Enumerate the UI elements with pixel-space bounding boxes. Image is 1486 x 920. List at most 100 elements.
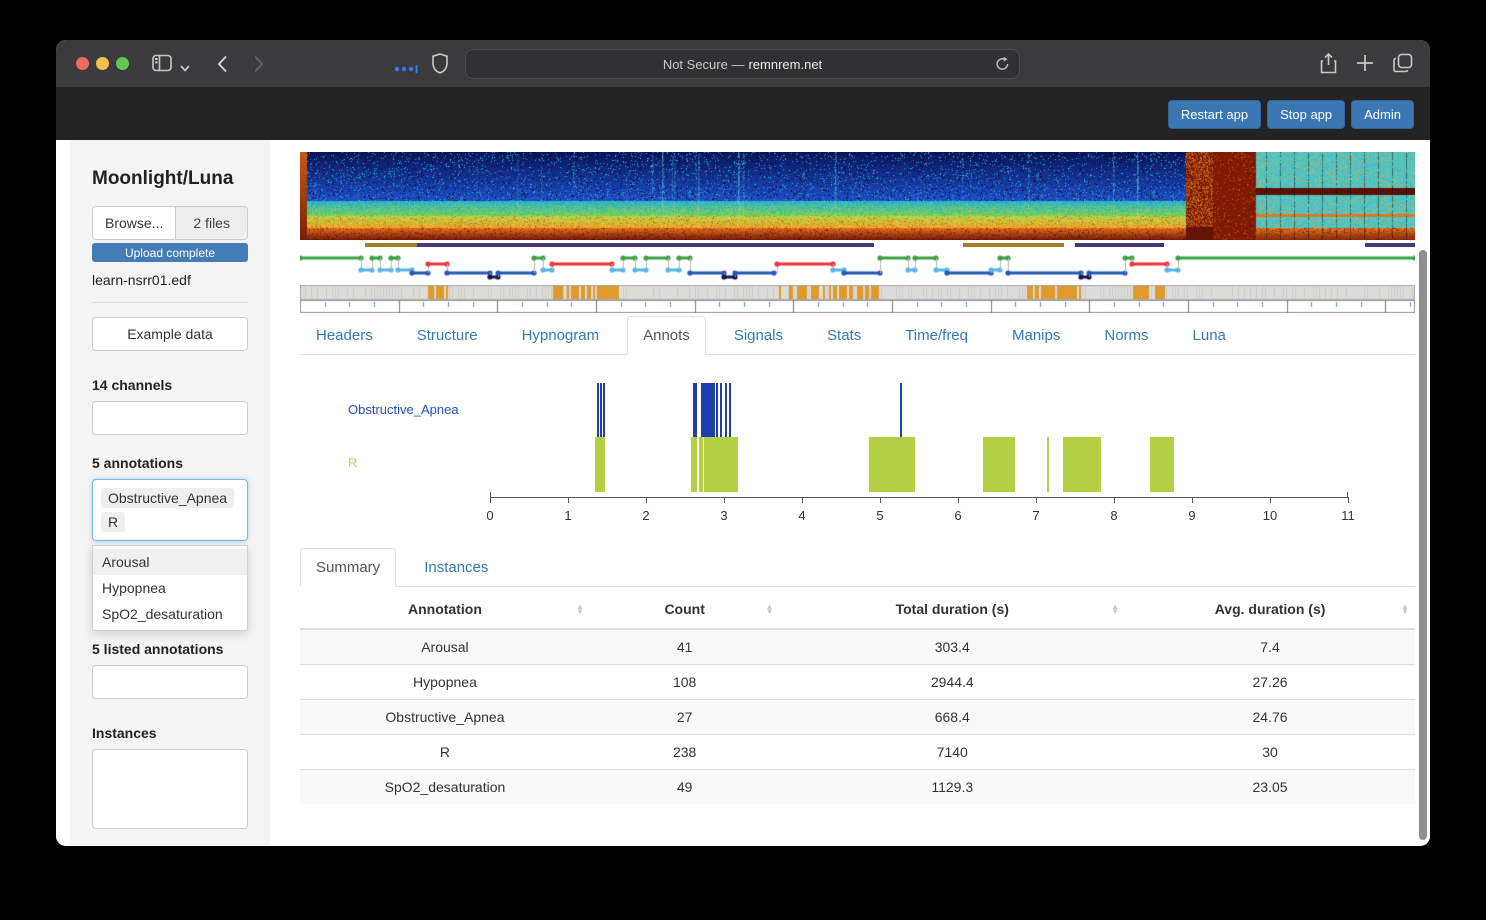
dropdown-option-arousal[interactable]: Arousal (93, 549, 247, 575)
page-content: Moonlight/Luna Browse... 2 files Upload … (56, 140, 1430, 845)
table-cell: 7.4 (1125, 629, 1415, 665)
selected-chip-obstructive-apnea[interactable]: Obstructive_Apnea (101, 488, 234, 508)
stop-app-button[interactable]: Stop app (1267, 100, 1345, 129)
listed-annotations-select[interactable] (92, 665, 248, 699)
new-tab-icon[interactable] (1356, 54, 1374, 77)
tab-group-ellipsis-icon[interactable] (394, 60, 418, 78)
apnea-event-line (725, 383, 727, 437)
tab-manips[interactable]: Manips (996, 316, 1076, 355)
sort-icon[interactable]: ▲▼ (576, 604, 584, 614)
x-axis-label: 2 (642, 508, 649, 523)
r-interval-block (1063, 437, 1100, 492)
browser-window: Not Secure — remnrem.net Restart appStop… (56, 40, 1430, 846)
tab-time-freq[interactable]: Time/freq (889, 316, 984, 355)
instances-label: Instances (92, 725, 248, 741)
zoom-button[interactable] (116, 57, 129, 70)
forward-icon[interactable] (253, 55, 264, 78)
address-bar[interactable]: Not Secure — remnrem.net (465, 49, 1020, 79)
privacy-shield-icon[interactable] (432, 53, 448, 79)
r-interval-block (1150, 437, 1174, 492)
page-scrollbar[interactable] (1419, 250, 1427, 840)
table-header: Annotation▲▼Count▲▼Total duration (s)▲▼A… (300, 590, 1415, 629)
annotation-chart: Obstructive_Apnea R 01234567891011 (300, 370, 1415, 540)
table-cell: 668.4 (779, 700, 1125, 735)
hypnogram-track (300, 250, 1415, 284)
column-header-total-duration-s-[interactable]: Total duration (s)▲▼ (779, 590, 1125, 629)
r-interval-block (704, 437, 738, 492)
table-cell: Arousal (300, 629, 590, 665)
x-axis-label: 6 (954, 508, 961, 523)
tab-overview-icon[interactable] (1393, 53, 1413, 78)
channels-select[interactable] (92, 401, 248, 435)
r-interval-block (983, 437, 1015, 492)
tab-annots[interactable]: Annots (627, 316, 706, 355)
x-axis-tick (568, 497, 569, 503)
tab-stats[interactable]: Stats (811, 316, 877, 355)
admin-button[interactable]: Admin (1351, 100, 1414, 129)
tab-summary[interactable]: Summary (300, 548, 396, 587)
table-cell: 108 (590, 665, 780, 700)
upload-progress-bar: Upload complete (92, 243, 248, 262)
apnea-event-line (600, 383, 602, 437)
chevron-down-icon[interactable] (180, 59, 190, 77)
sidebar-toggle-icon[interactable] (152, 54, 172, 77)
dropdown-option-spo2-desaturation[interactable]: SpO2_desaturation (93, 601, 247, 627)
column-header-avg-duration-s-[interactable]: Avg. duration (s)▲▼ (1125, 590, 1415, 629)
table-cell: 49 (590, 770, 780, 805)
r-interval-block (691, 437, 697, 492)
sort-icon[interactable]: ▲▼ (766, 604, 774, 614)
table-cell: 2944.4 (779, 665, 1125, 700)
share-icon[interactable] (1320, 53, 1337, 79)
selected-chip-r[interactable]: R (101, 512, 125, 532)
summary-table: Annotation▲▼Count▲▼Total duration (s)▲▼A… (300, 590, 1415, 804)
dropdown-option-hypopnea[interactable]: Hypopnea (93, 575, 247, 601)
annotations-multiselect[interactable]: Obstructive_Apnea R (92, 479, 248, 541)
back-icon[interactable] (217, 55, 228, 78)
table-row[interactable]: SpO2_desaturation491129.323.05 (300, 770, 1415, 805)
tab-luna[interactable]: Luna (1177, 316, 1242, 355)
x-axis-label: 9 (1188, 508, 1195, 523)
tab-structure[interactable]: Structure (401, 316, 494, 355)
x-axis-tick (646, 497, 647, 503)
column-header-annotation[interactable]: Annotation▲▼ (300, 590, 590, 629)
x-axis-tick (802, 497, 803, 503)
instances-box[interactable] (92, 749, 248, 829)
table-cell: R (300, 735, 590, 770)
sort-icon[interactable]: ▲▼ (1111, 604, 1119, 614)
minimize-button[interactable] (96, 57, 109, 70)
tab-instances[interactable]: Instances (408, 548, 504, 587)
tab-headers[interactable]: Headers (300, 316, 389, 355)
restart-app-button[interactable]: Restart app (1168, 100, 1261, 129)
listed-annotations-label: 5 listed annotations (92, 641, 248, 657)
x-axis-tick (724, 497, 725, 503)
x-axis-label: 10 (1263, 508, 1277, 523)
x-axis-label: 3 (720, 508, 727, 523)
x-axis-tick (958, 497, 959, 503)
table-cell: 27.26 (1125, 665, 1415, 700)
apnea-event-line (603, 383, 605, 437)
r-interval-block (595, 437, 605, 492)
column-header-count[interactable]: Count▲▼ (590, 590, 780, 629)
browse-button[interactable]: Browse... (92, 206, 176, 240)
close-button[interactable] (76, 57, 89, 70)
table-row[interactable]: R238714030 (300, 735, 1415, 770)
tab-norms[interactable]: Norms (1088, 316, 1164, 355)
time-ruler (300, 300, 1415, 313)
table-row[interactable]: Arousal41303.47.4 (300, 629, 1415, 665)
table-row[interactable]: Hypopnea1082944.427.26 (300, 665, 1415, 700)
tab-hypnogram[interactable]: Hypnogram (506, 316, 616, 355)
annotations-dropdown: ArousalHypopneaSpO2_desaturation (92, 545, 248, 631)
annotation-plot-area (490, 370, 1348, 540)
table-cell: 27 (590, 700, 780, 735)
x-axis-tick (1192, 497, 1193, 503)
reload-icon[interactable] (995, 56, 1010, 75)
file-count-label: 2 files (176, 206, 248, 240)
table-row[interactable]: Obstructive_Apnea27668.424.76 (300, 700, 1415, 735)
x-axis-tick (1036, 497, 1037, 503)
example-data-button[interactable]: Example data (92, 317, 248, 351)
tab-signals[interactable]: Signals (718, 316, 799, 355)
apnea-event-line (597, 383, 599, 437)
series-label-obstructive-apnea: Obstructive_Apnea (348, 402, 459, 417)
sort-icon[interactable]: ▲▼ (1401, 604, 1409, 614)
table-cell: 24.76 (1125, 700, 1415, 735)
